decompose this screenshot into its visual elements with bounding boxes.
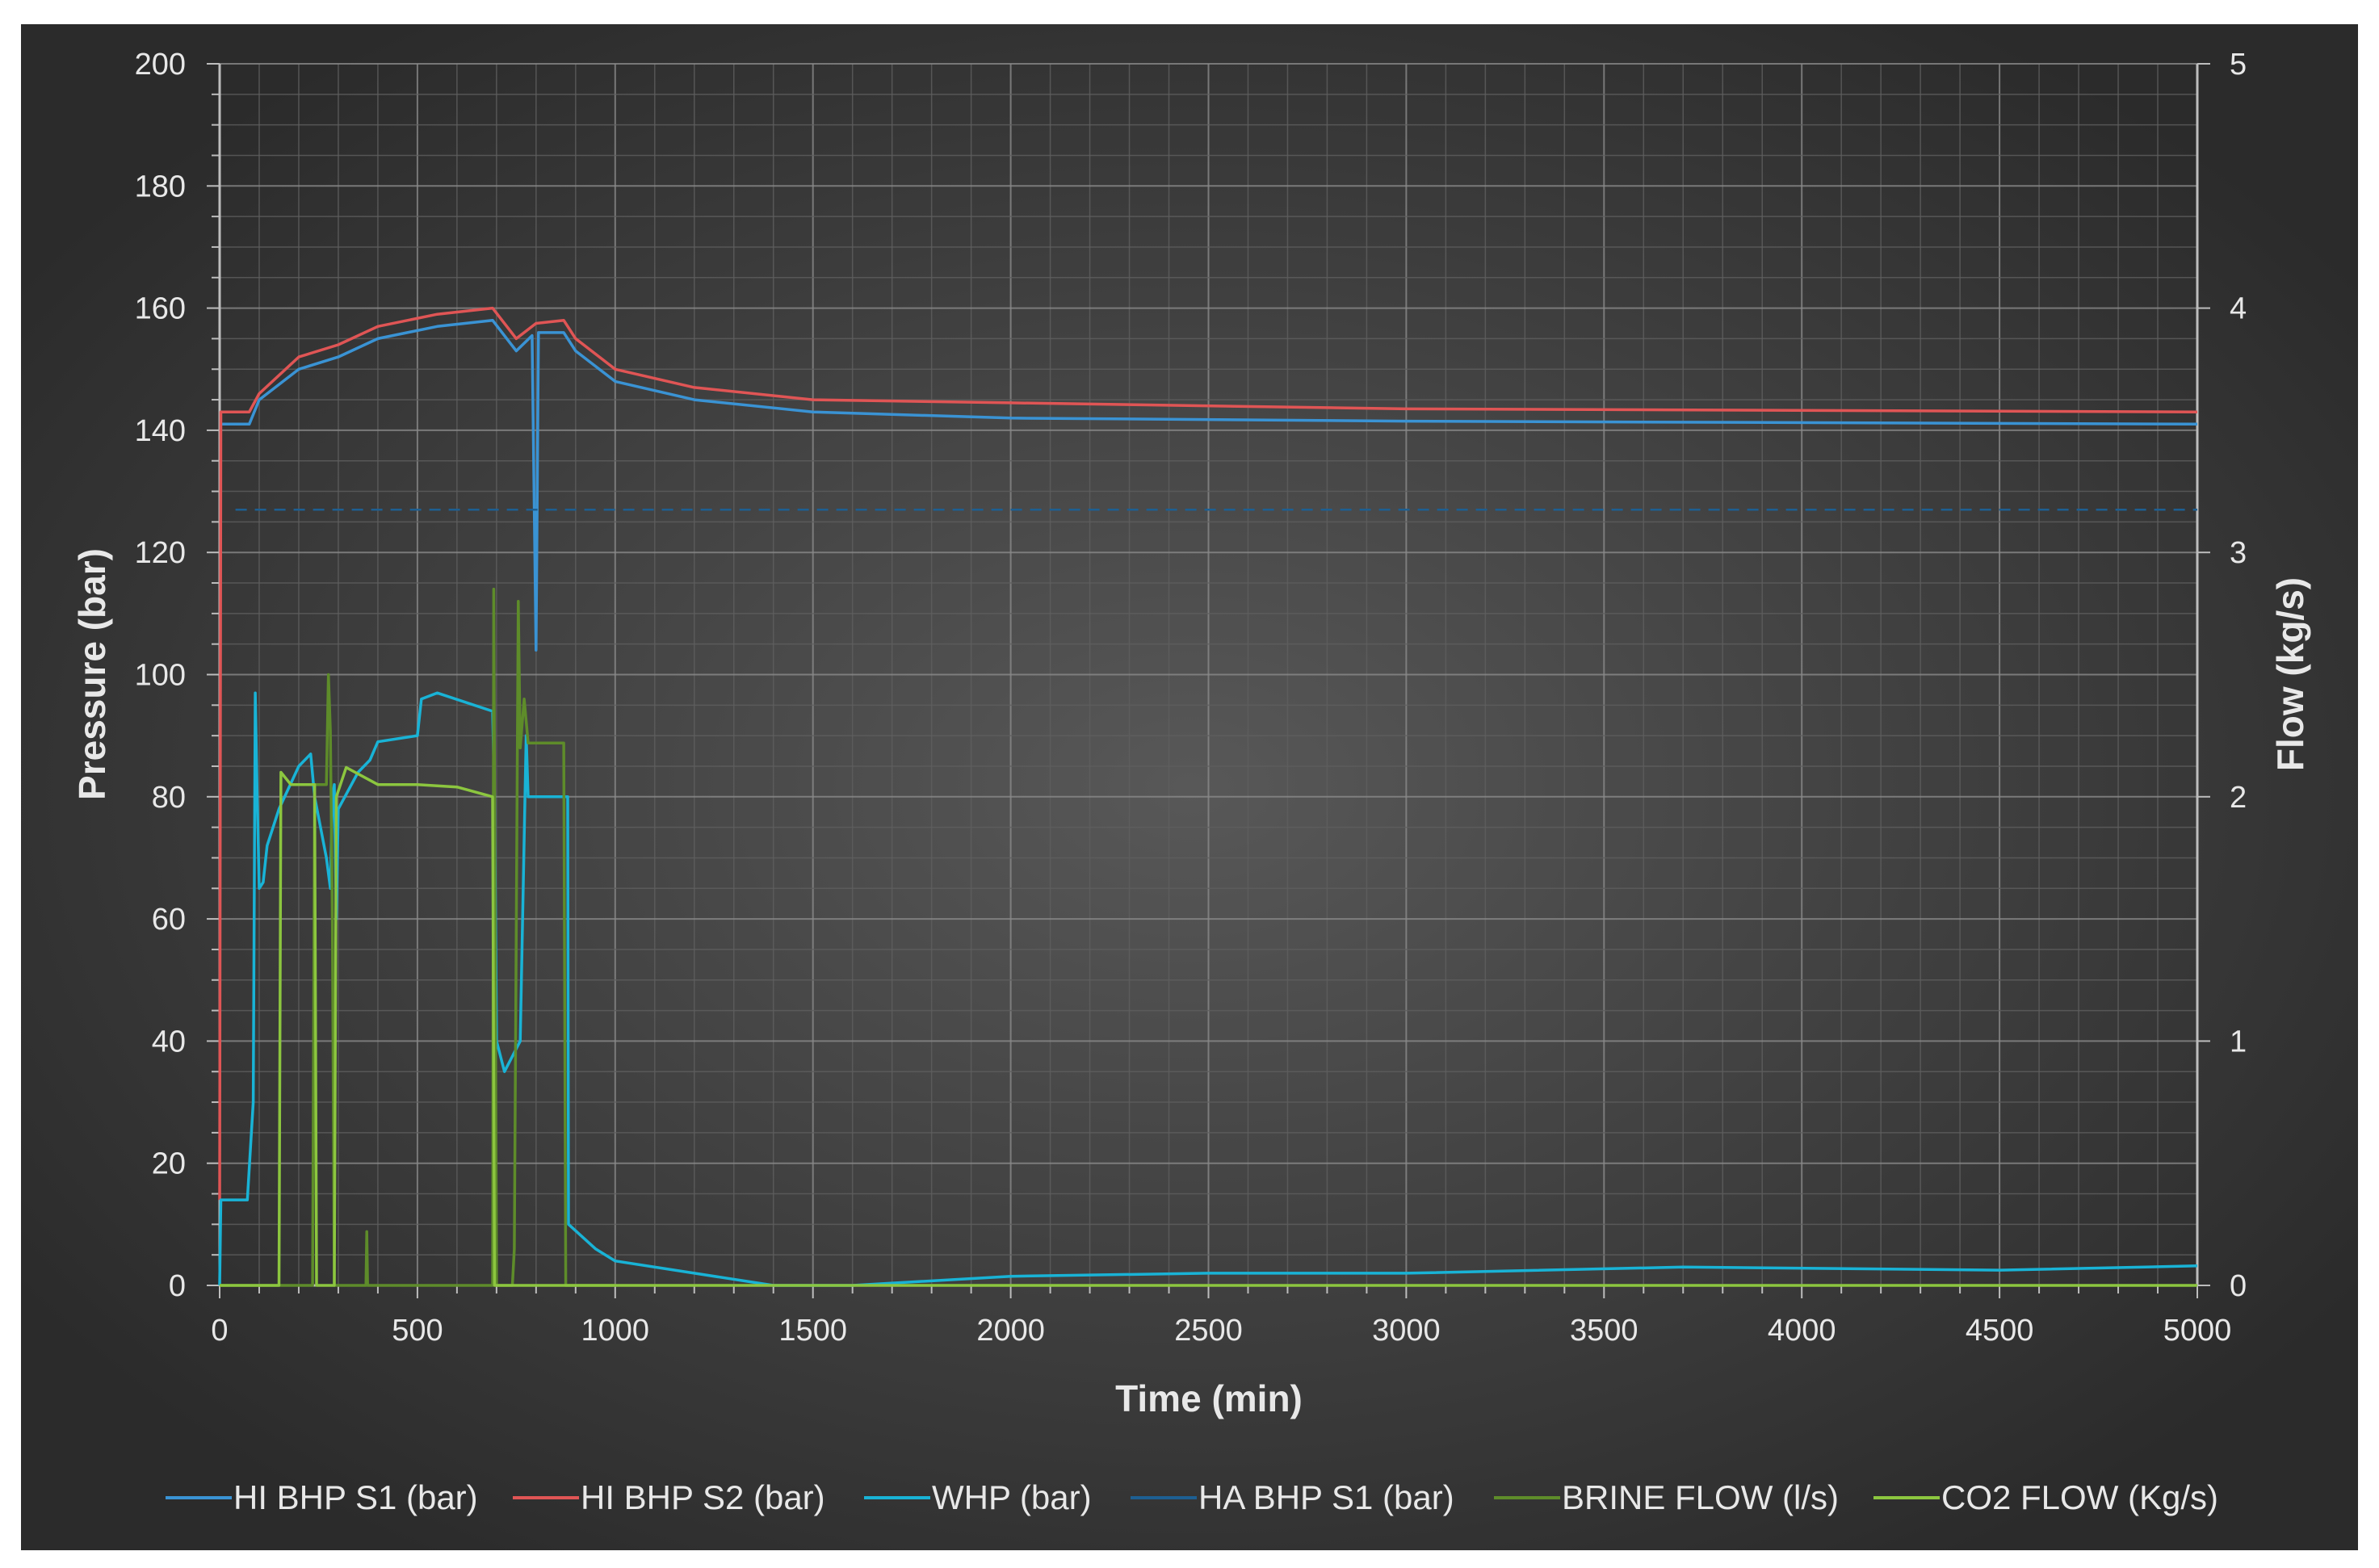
y-tick-label: 40 (152, 1025, 186, 1059)
y-tick-label: 0 (169, 1269, 186, 1303)
y-tick-label: 200 (135, 48, 186, 82)
x-tick-label: 1000 (581, 1314, 650, 1348)
legend-label: CO2 FLOW (Kg/s) (1941, 1478, 2218, 1516)
y2-axis-title: Flow (kg/s) (2269, 577, 2311, 771)
legend-label: HI BHP S1 (bar) (233, 1478, 478, 1516)
legend-label: HA BHP S1 (bar) (1198, 1478, 1454, 1516)
x-tick-label: 2000 (976, 1314, 1045, 1348)
x-tick-label: 5000 (2163, 1314, 2232, 1348)
x-tick-label: 2500 (1174, 1314, 1243, 1348)
x-tick-label: 3000 (1372, 1314, 1441, 1348)
x-axis-title: Time (min) (1115, 1377, 1303, 1419)
y2-tick-label: 3 (2230, 536, 2247, 570)
y2-tick-label: 2 (2230, 781, 2247, 815)
x-tick-label: 3500 (1570, 1314, 1638, 1348)
y-tick-label: 140 (135, 414, 186, 448)
y-axis-title: Pressure (bar) (71, 548, 113, 800)
y-tick-label: 60 (152, 903, 186, 937)
x-tick-label: 0 (211, 1314, 228, 1348)
x-tick-label: 1500 (778, 1314, 847, 1348)
x-tick-label: 4000 (1768, 1314, 1836, 1348)
chart: 0500100015002000250030003500400045005000… (0, 0, 2379, 1568)
y-tick-label: 80 (152, 781, 186, 815)
y2-tick-label: 0 (2230, 1269, 2247, 1303)
x-tick-label: 4500 (1966, 1314, 2034, 1348)
legend-label: HI BHP S2 (bar) (581, 1478, 825, 1516)
y-tick-label: 20 (152, 1147, 186, 1181)
x-tick-label: 500 (392, 1314, 443, 1348)
y2-tick-label: 4 (2230, 292, 2247, 326)
y-tick-label: 180 (135, 170, 186, 203)
y-tick-label: 120 (135, 536, 186, 570)
y-tick-label: 160 (135, 292, 186, 326)
legend-label: BRINE FLOW (l/s) (1562, 1478, 1839, 1516)
y2-tick-label: 5 (2230, 48, 2247, 82)
y-tick-label: 100 (135, 659, 186, 693)
legend-label: WHP (bar) (932, 1478, 1092, 1516)
y2-tick-label: 1 (2230, 1025, 2247, 1059)
